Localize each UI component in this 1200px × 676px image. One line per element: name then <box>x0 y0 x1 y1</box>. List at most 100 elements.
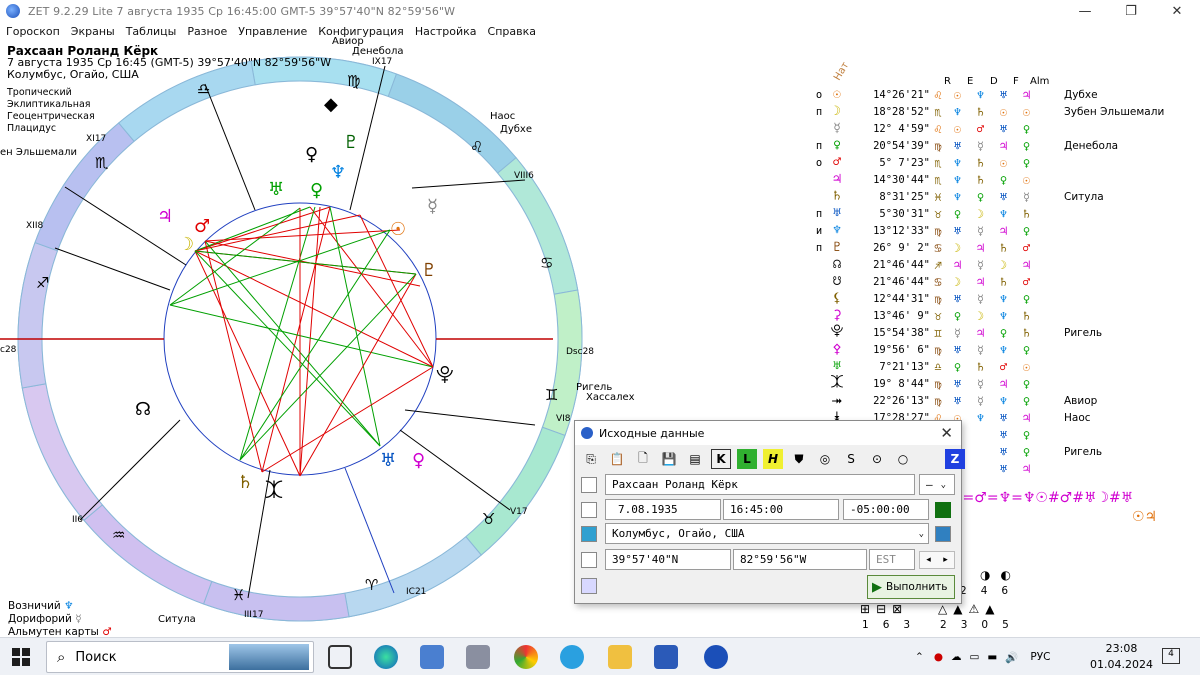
clock[interactable]: 23:08 01.04.2024 <box>1090 641 1153 673</box>
place-select[interactable]: Колумбус, Огайо, США ⌄ <box>605 523 929 544</box>
onedrive-icon[interactable]: ☁ <box>951 651 962 663</box>
new-doc-icon[interactable]: 🗋 <box>633 449 653 469</box>
number-row-3: 2 3 0 5 <box>940 619 1009 631</box>
chevron-up-icon[interactable]: ⌃ <box>915 651 924 663</box>
table-icon[interactable]: ▤ <box>685 449 705 469</box>
svg-text:♉: ♉ <box>482 510 495 528</box>
date-field[interactable]: 7.08.1935 <box>605 499 721 520</box>
l-icon[interactable]: L <box>737 449 757 469</box>
copy-icon[interactable]: ⎘ <box>581 449 601 469</box>
planet-row[interactable]: ♅ 7°21'13" ♎ ♀ ♄ ♂ ☉ <box>812 358 1064 375</box>
planet-glyph-icon: ⯮ <box>831 393 843 408</box>
planet-position: 18°28'52" <box>873 105 930 118</box>
chrome-icon[interactable] <box>514 645 538 669</box>
h-icon[interactable]: H <box>763 449 783 469</box>
menu-settings[interactable]: Настройка <box>415 25 477 38</box>
spiral-icon[interactable]: ◎ <box>815 449 835 469</box>
battery-icon[interactable]: ▬ <box>987 651 997 663</box>
network-app-icon[interactable] <box>420 645 444 669</box>
arrow-right-icon[interactable]: ▸ <box>943 555 948 565</box>
shield-icon[interactable]: ⛊ <box>789 449 809 469</box>
edge-icon[interactable] <box>374 645 398 669</box>
zone-stepper[interactable]: ◂ ▸ <box>919 551 955 569</box>
planet-row[interactable]: п ♇ 26° 9' 2" ♋ ☽ ♃ ♄ ♂ <box>812 239 1064 256</box>
table-header-nat: Нат <box>832 60 852 83</box>
coord-type: Эклиптикальная <box>7 99 91 110</box>
planet-row[interactable]: ☿ 12° 4'59" ♌ ☉ ♂ ♅ ♀ <box>812 120 1064 137</box>
time-field[interactable]: 16:45:00 <box>723 499 839 520</box>
planet-row[interactable]: п ♅ 5°30'31" ♉ ♀ ☽ ♆ ♄ <box>812 205 1064 222</box>
latitude-field[interactable]: 39°57'40"N <box>605 549 731 570</box>
run-button[interactable]: ▶ Выполнить <box>867 575 955 599</box>
close-button[interactable]: ✕ <box>1154 0 1200 22</box>
planet-position: 12°44'31" <box>873 292 930 305</box>
file-explorer-icon[interactable] <box>608 645 632 669</box>
dot-circle-icon[interactable]: ⊙ <box>867 449 887 469</box>
timezone-offset-field[interactable]: -05:00:00 <box>843 499 929 520</box>
calendar-icon[interactable] <box>581 502 597 518</box>
telegram-icon[interactable] <box>560 645 584 669</box>
coords-icon[interactable] <box>581 552 597 568</box>
dialog-close-button[interactable]: ✕ <box>940 424 953 442</box>
menu-tables[interactable]: Таблицы <box>126 25 177 38</box>
planet-row[interactable]: о ☉ 14°26'21" ♌ ☉ ♆ ♅ ♃ Дубхе <box>812 86 1098 103</box>
menu-horoscope[interactable]: Гороскоп <box>6 25 60 38</box>
tray-app-icon[interactable]: ● <box>934 651 943 663</box>
zone-field[interactable]: EST <box>869 549 915 570</box>
volume-icon[interactable]: 🔊 <box>1005 651 1018 664</box>
maximize-button[interactable]: ❐ <box>1108 0 1154 22</box>
planet-row[interactable]: о ♂ 5° 7'23" ♏ ♆ ♄ ☉ ♀ <box>812 154 1064 171</box>
app-icon[interactable] <box>466 645 490 669</box>
task-view-icon[interactable] <box>328 645 352 669</box>
title-bar: ZET 9.2.29 Lite 7 августа 1935 Ср 16:45:… <box>0 0 1200 22</box>
planet-row[interactable]: ⯮ 22°26'13" ♍ ♅ ☿ ♆ ♀ Авиор <box>812 392 1098 409</box>
location-icon[interactable] <box>581 526 597 542</box>
word-icon[interactable] <box>654 645 678 669</box>
planet-row[interactable]: ⚴ 19°56' 6" ♍ ♅ ☿ ♆ ♀ <box>812 341 1064 358</box>
planet-row[interactable]: ⯓ 15°54'38" ♊ ☿ ♃ ♀ ♄ Ригель <box>812 324 1102 341</box>
planet-row[interactable]: п ☽ 18°28'52" ♏ ♆ ♄ ☉ ☉ Зубен Эльшемали <box>812 103 1164 120</box>
name-field[interactable]: Рахсаан Роланд Кёрк <box>605 474 915 495</box>
menu-screens[interactable]: Экраны <box>71 25 115 38</box>
windows-start-button[interactable] <box>12 648 30 666</box>
menu-help[interactable]: Справка <box>488 25 536 38</box>
person-icon[interactable] <box>581 477 597 493</box>
s-strike-icon[interactable]: S <box>841 449 861 469</box>
menu-control[interactable]: Управление <box>238 25 307 38</box>
sign-glyph-icon: ♉ <box>934 308 942 323</box>
planet-row[interactable]: ⚳ 13°46' 9" ♉ ♀ ☽ ♆ ♄ <box>812 307 1064 324</box>
map-icon[interactable] <box>935 526 951 542</box>
planet-row[interactable]: ☊ 21°46'44" ♐ ♃ ☿ ☽ ♃ <box>812 256 1064 273</box>
planet-row[interactable]: ♃ 14°30'44" ♏ ♆ ♄ ♀ ☉ <box>812 171 1064 188</box>
settings-icon[interactable] <box>581 578 597 594</box>
gender-select[interactable]: — ⌄ <box>919 474 955 495</box>
language-indicator[interactable]: РУС <box>1030 651 1050 663</box>
star-label-situla: Ситула <box>158 614 196 625</box>
notification-button[interactable]: 4 <box>1162 648 1180 664</box>
minimize-button[interactable]: — <box>1062 0 1108 22</box>
save-icon[interactable]: 💾 <box>659 449 679 469</box>
paste-icon[interactable]: 📋 <box>607 449 627 469</box>
planet-row[interactable]: ☋ 21°46'44" ♋ ☽ ♃ ♄ ♂ <box>812 273 1064 290</box>
planet-row[interactable]: и ♆ 13°12'33" ♍ ♅ ☿ ♃ ♀ <box>812 222 1064 239</box>
planet-row[interactable]: ⯰ 19° 8'44" ♍ ♅ ☿ ♃ ♀ <box>812 375 1064 392</box>
planet-row[interactable]: ♄ 8°31'25" ♓ ♆ ♀ ♅ ☿ Ситула <box>812 188 1104 205</box>
planet-row[interactable]: ⚸ 12°44'31" ♍ ♅ ☿ ♆ ♀ <box>812 290 1064 307</box>
saturn-glyph: ♄ <box>237 472 253 493</box>
longitude-field[interactable]: 82°59'56"W <box>733 549 867 570</box>
circle-icon[interactable]: ○ <box>893 449 913 469</box>
network-icon[interactable]: ▭ <box>969 651 979 663</box>
planet-glyph-icon: ♃ <box>833 172 841 187</box>
ruler-glyph-icon: ♅ <box>953 291 962 306</box>
taskbar-search[interactable]: ⌕ Поиск <box>46 641 314 673</box>
menu-misc[interactable]: Разное <box>187 25 227 38</box>
ruler-glyph-icon: ♅ <box>999 461 1008 476</box>
z-icon[interactable]: Z <box>945 449 965 469</box>
green-status-icon[interactable] <box>935 502 951 518</box>
planet-glyph-icon: ☽ <box>833 104 841 119</box>
k-icon[interactable]: K <box>711 449 731 469</box>
planet-row[interactable]: п ♀ 20°54'39" ♍ ♅ ☿ ♃ ♀ Денебола <box>812 137 1118 154</box>
arrow-left-icon[interactable]: ◂ <box>926 555 931 565</box>
sign-glyph-icon: ♍ <box>934 291 942 306</box>
zet-icon[interactable] <box>704 645 728 669</box>
